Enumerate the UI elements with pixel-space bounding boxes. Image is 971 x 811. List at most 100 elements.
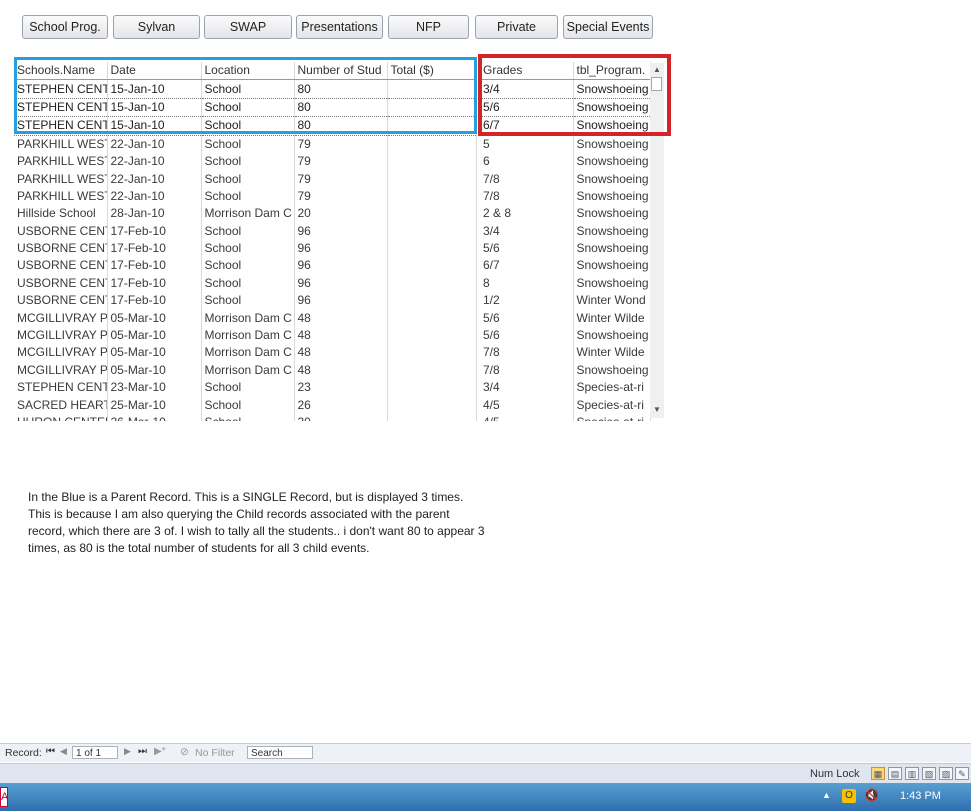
table-row[interactable]: 8 Snowshoeing: [480, 274, 651, 293]
cell-date[interactable]: 28-Jan-10: [107, 205, 202, 223]
cell-number-of-students[interactable]: 80: [294, 98, 388, 118]
table-row[interactable]: USBORNE CENTI 17-Feb-10 School 96: [14, 274, 477, 293]
cell-location[interactable]: Morrison Dam C: [201, 326, 295, 345]
cell-total[interactable]: [387, 257, 477, 275]
cell-location[interactable]: Morrison Dam C: [201, 361, 295, 380]
cell-school-name[interactable]: Hillside School: [14, 205, 108, 223]
cell-location[interactable]: School: [201, 379, 295, 397]
cell-program[interactable]: Snowshoeing: [573, 187, 651, 206]
cell-grades[interactable]: 7/8: [480, 344, 574, 362]
cell-date[interactable]: 22-Jan-10: [107, 152, 202, 171]
cell-grades[interactable]: 7/8: [480, 170, 574, 188]
cell-number-of-students[interactable]: 48: [294, 361, 388, 380]
cell-school-name[interactable]: MCGILLIVRAY P.: [14, 309, 108, 327]
table-row[interactable]: 3/4 Snowshoeing: [480, 79, 651, 99]
cell-date[interactable]: 15-Jan-10: [107, 79, 202, 99]
table-row[interactable]: 7/8 Winter Wilde: [480, 344, 651, 362]
cell-school-name[interactable]: MCGILLIVRAY P.: [14, 326, 108, 345]
cell-location[interactable]: School: [201, 170, 295, 188]
cell-location[interactable]: Morrison Dam C: [201, 309, 295, 327]
previous-record-icon[interactable]: ◀: [60, 746, 67, 757]
table-row[interactable]: USBORNE CENTI 17-Feb-10 School 96: [14, 257, 477, 275]
cell-date[interactable]: 05-Mar-10: [107, 344, 202, 362]
cell-program[interactable]: Winter Wilde: [573, 309, 651, 327]
nfp-button[interactable]: NFP: [388, 15, 469, 39]
volume-muted-icon[interactable]: 🔇: [864, 788, 879, 802]
cell-total[interactable]: [387, 135, 477, 153]
cell-location[interactable]: School: [201, 152, 295, 171]
cell-date[interactable]: 15-Jan-10: [107, 98, 202, 118]
cell-program[interactable]: Snowshoeing: [573, 98, 651, 118]
cell-grades[interactable]: 1/2: [480, 292, 574, 310]
cell-total[interactable]: [387, 79, 477, 99]
cell-location[interactable]: School: [201, 239, 295, 258]
cell-grades[interactable]: 6: [480, 152, 574, 171]
cell-grades[interactable]: 6/7: [480, 116, 574, 136]
cell-program[interactable]: Species-at-ri: [573, 379, 651, 397]
cell-number-of-students[interactable]: 80: [294, 79, 388, 99]
cell-grades[interactable]: 8: [480, 274, 574, 293]
cell-location[interactable]: School: [201, 135, 295, 153]
new-record-icon[interactable]: ▶*: [154, 746, 166, 757]
cell-program[interactable]: Snowshoeing: [573, 116, 651, 136]
sylvan-button[interactable]: Sylvan: [113, 15, 200, 39]
table-row[interactable]: PARKHILL WEST 22-Jan-10 School 79: [14, 135, 477, 153]
cell-number-of-students[interactable]: 96: [294, 292, 388, 310]
table-row[interactable]: SACRED HEART S25-Mar-10School26: [14, 396, 477, 414]
cell-program[interactable]: Snowshoeing: [573, 361, 651, 380]
table-row[interactable]: STEPHEN CENTR15-Jan-10School80: [14, 116, 477, 136]
cell-school-name[interactable]: USBORNE CENTI: [14, 222, 108, 240]
col-header-schools-name[interactable]: Schools.Name: [14, 62, 108, 81]
cell-grades[interactable]: 5/6: [480, 98, 574, 118]
form-view-icon[interactable]: ▦: [871, 767, 885, 780]
cell-school-name[interactable]: STEPHEN CENTR: [14, 79, 108, 99]
cell-program[interactable]: Snowshoeing: [573, 239, 651, 258]
col-header-number-of-students[interactable]: Number of Stud: [294, 62, 388, 81]
cell-date[interactable]: 17-Feb-10: [107, 257, 202, 275]
next-record-icon[interactable]: ▶: [124, 746, 131, 757]
cell-location[interactable]: School: [201, 274, 295, 293]
cell-date[interactable]: 22-Jan-10: [107, 170, 202, 188]
design-view-icon[interactable]: ✎: [955, 767, 969, 780]
table-row[interactable]: 5/6 Snowshoeing: [480, 326, 651, 345]
cell-school-name[interactable]: MCGILLIVRAY P.: [14, 344, 108, 362]
scroll-up-icon[interactable]: ▲: [653, 65, 661, 74]
cell-school-name[interactable]: PARKHILL WEST: [14, 135, 108, 153]
cell-date[interactable]: 17-Feb-10: [107, 222, 202, 240]
cell-number-of-students[interactable]: 96: [294, 222, 388, 240]
table-row[interactable]: MCGILLIVRAY P. 05-Mar-10 Morrison Dam C 48: [14, 326, 477, 345]
cell-date[interactable]: 17-Feb-10: [107, 239, 202, 258]
cell-school-name[interactable]: USBORNE CENTI: [14, 292, 108, 310]
cell-number-of-students[interactable]: 20: [294, 205, 388, 223]
cell-grades[interactable]: 4/5: [480, 396, 574, 414]
cell-school-name[interactable]: USBORNE CENTI: [14, 274, 108, 293]
cell-date[interactable]: 22-Jan-10: [107, 135, 202, 153]
table-row[interactable]: PARKHILL WEST 22-Jan-10 School 79: [14, 170, 477, 188]
cell-date[interactable]: 05-Mar-10: [107, 309, 202, 327]
cell-location[interactable]: School: [201, 79, 295, 99]
cell-program[interactable]: Snowshoeing: [573, 135, 651, 153]
table-row[interactable]: 3/4 Species-at-ri: [480, 379, 651, 397]
pivot-chart-view-icon[interactable]: ▧: [922, 767, 936, 780]
cell-program[interactable]: Snowshoeing: [573, 274, 651, 293]
cell-total[interactable]: [387, 379, 477, 397]
cell-location[interactable]: School: [201, 187, 295, 206]
cell-total[interactable]: [387, 239, 477, 258]
cell-location[interactable]: School: [201, 292, 295, 310]
cell-location[interactable]: School: [201, 257, 295, 275]
cell-program[interactable]: Snowshoeing: [573, 222, 651, 240]
cell-date[interactable]: 05-Mar-10: [107, 361, 202, 380]
table-row[interactable]: 6/7 Snowshoeing: [480, 257, 651, 275]
table-row[interactable]: 3/4 Snowshoeing: [480, 222, 651, 240]
cell-number-of-students[interactable]: 48: [294, 309, 388, 327]
cell-grades[interactable]: 6/7: [480, 257, 574, 275]
cell-total[interactable]: [387, 396, 477, 414]
cell-number-of-students[interactable]: 96: [294, 239, 388, 258]
table-row[interactable]: STEPHEN CENTR15-Jan-10School80: [14, 79, 477, 99]
table-row[interactable]: Hillside School 28-Jan-10 Morrison Dam C 20: [14, 205, 477, 223]
table-row[interactable]: 1/2 Winter Wond: [480, 292, 651, 310]
special-events-button[interactable]: Special Events: [563, 15, 653, 39]
cell-total[interactable]: [387, 344, 477, 362]
cell-grades[interactable]: 3/4: [480, 79, 574, 99]
cell-school-name[interactable]: STEPHEN CENTR: [14, 116, 108, 136]
